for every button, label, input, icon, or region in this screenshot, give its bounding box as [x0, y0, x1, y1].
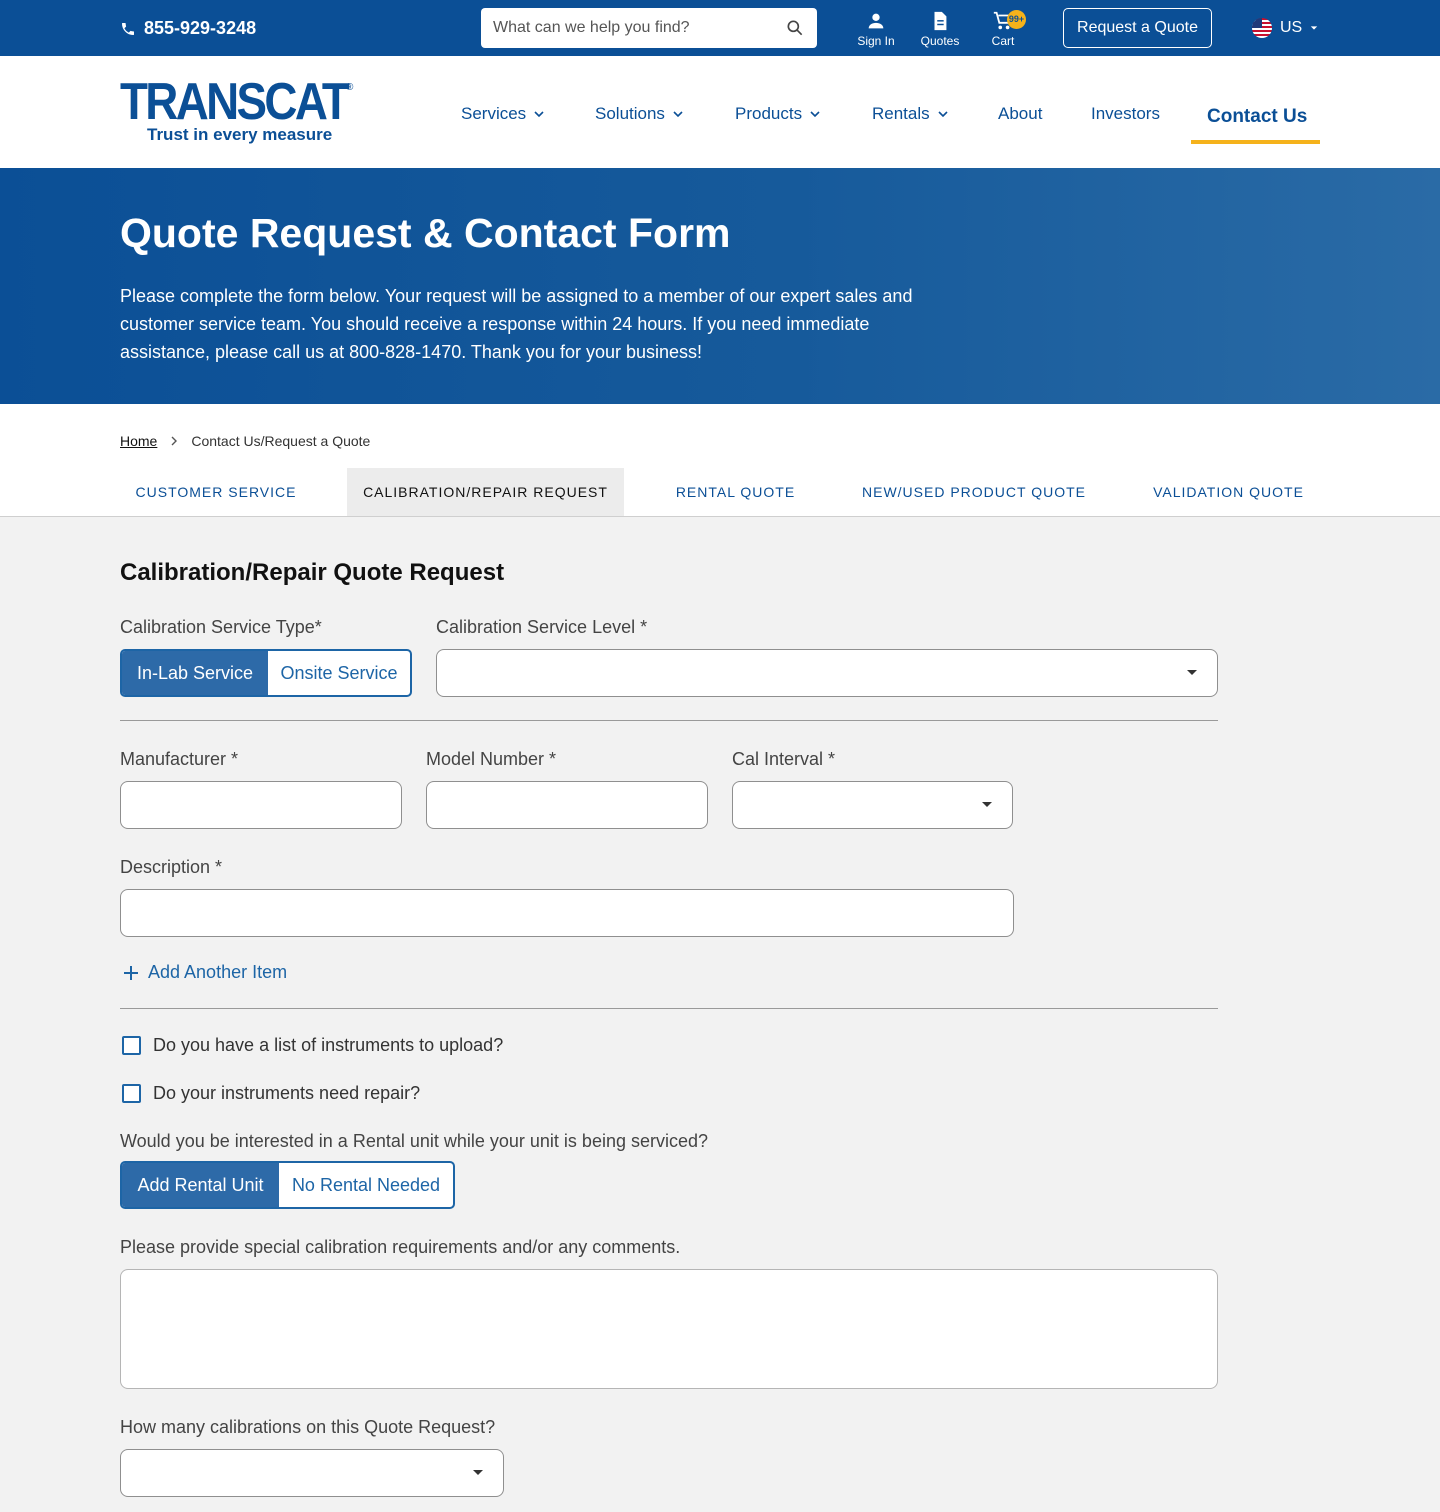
sign-in-link[interactable]: Sign In — [846, 8, 906, 48]
add-another-item-label: Add Another Item — [148, 962, 288, 982]
breadcrumb-and-tabs: Home Contact Us/Request a Quote CUSTOMER… — [0, 404, 1440, 517]
manufacturer-label: Manufacturer * — [120, 749, 239, 769]
chevron-down-icon — [938, 111, 948, 118]
locale-label: US — [1280, 19, 1303, 36]
active-nav-indicator — [1191, 140, 1320, 144]
cal-interval-label: Cal Interval * — [732, 749, 836, 769]
phone-number: 855-929-3248 — [144, 18, 257, 38]
caret-down-icon — [1187, 670, 1197, 675]
model-number-input[interactable] — [426, 781, 708, 829]
quotes-link[interactable]: Quotes — [910, 8, 970, 48]
service-level-label: Calibration Service Level * — [436, 617, 648, 637]
nav-products-label: Products — [735, 104, 803, 123]
quotes-label: Quotes — [920, 34, 960, 48]
search-box — [481, 8, 817, 48]
breadcrumb-home-link[interactable]: Home — [120, 433, 157, 449]
logo-wordmark: TRANSCAT — [120, 73, 350, 131]
caret-down-icon — [473, 1470, 483, 1475]
nav-solutions[interactable]: Solutions — [595, 104, 683, 124]
rental-question: Would you be interested in a Rental unit… — [120, 1131, 709, 1151]
tab-new-used-product-quote[interactable]: NEW/USED PRODUCT QUOTE — [846, 468, 1102, 516]
divider — [120, 720, 1218, 721]
breadcrumb-current: Contact Us/Request a Quote — [191, 433, 371, 449]
locale-selector[interactable]: US — [1252, 18, 1318, 38]
sign-in-label: Sign In — [857, 34, 895, 48]
tab-validation-quote[interactable]: VALIDATION QUOTE — [1137, 468, 1320, 516]
calibration-count-select[interactable] — [120, 1449, 504, 1497]
cart-link[interactable]: 99+ Cart — [973, 8, 1033, 48]
no-rental-needed-option[interactable]: No Rental Needed — [279, 1163, 453, 1207]
chevron-right-icon — [171, 436, 178, 446]
nav-services-label: Services — [461, 104, 527, 123]
comments-textarea[interactable] — [120, 1269, 1218, 1389]
description-label: Description * — [120, 857, 223, 877]
phone-icon — [122, 22, 134, 35]
upload-list-checkbox[interactable] — [122, 1036, 141, 1055]
needs-repair-checkbox[interactable] — [122, 1084, 141, 1103]
nav-about[interactable]: About — [998, 104, 1042, 124]
logo-registered-mark: ® — [346, 82, 354, 93]
rental-toggle: Add Rental Unit No Rental Needed — [120, 1161, 455, 1209]
tab-calibration-repair-request[interactable]: CALIBRATION/REPAIR REQUEST — [347, 468, 624, 516]
needs-repair-checkbox-row[interactable]: Do your instruments need repair? — [122, 1083, 420, 1104]
utility-bar: 855-929-3248 Sign In Quotes 99+ Cart Req… — [0, 0, 1440, 56]
nav-investors[interactable]: Investors — [1091, 104, 1160, 124]
nav-solutions-label: Solutions — [595, 104, 665, 123]
document-icon — [934, 11, 947, 31]
cart-count-badge: 99+ — [1007, 10, 1026, 29]
phone-link[interactable]: 855-929-3248 — [120, 18, 256, 39]
nav-services[interactable]: Services — [461, 104, 544, 124]
divider — [120, 1008, 1218, 1009]
service-type-label: Calibration Service Type* — [120, 617, 322, 637]
form-title: Calibration/Repair Quote Request — [120, 559, 505, 586]
caret-down-icon — [1311, 26, 1318, 30]
search-input[interactable] — [493, 19, 773, 37]
calibration-count-label: How many calibrations on this Quote Requ… — [120, 1417, 496, 1437]
upload-list-checkbox-row[interactable]: Do you have a list of instruments to upl… — [122, 1035, 503, 1056]
plus-icon — [124, 965, 138, 980]
description-input[interactable] — [120, 889, 1014, 937]
needs-repair-label: Do your instruments need repair? — [153, 1083, 421, 1103]
model-number-label: Model Number * — [426, 749, 557, 769]
search-icon[interactable] — [785, 18, 805, 38]
hero-description: Please complete the form below. Your req… — [120, 286, 913, 362]
tab-rental-quote[interactable]: RENTAL QUOTE — [660, 468, 811, 516]
brand-logo[interactable]: TRANSCAT ® Trust in every measure — [120, 73, 378, 144]
main-header: TRANSCAT ® Trust in every measure Servic… — [0, 56, 1440, 168]
service-type-toggle: In-Lab Service Onsite Service — [120, 649, 412, 697]
us-flag-icon — [1252, 18, 1272, 38]
caret-down-icon — [982, 802, 992, 807]
cart-label: Cart — [991, 34, 1015, 48]
nav-products[interactable]: Products — [735, 104, 820, 124]
logo-tagline: Trust in every measure — [147, 125, 333, 144]
breadcrumb: Home Contact Us/Request a Quote — [120, 433, 370, 449]
in-lab-service-option[interactable]: In-Lab Service — [122, 651, 268, 695]
request-quote-button[interactable]: Request a Quote — [1063, 8, 1212, 48]
chevron-down-icon — [534, 111, 544, 118]
manufacturer-input[interactable] — [120, 781, 402, 829]
nav-rentals[interactable]: Rentals — [872, 104, 948, 124]
nav-contact-us[interactable]: Contact Us — [1207, 106, 1307, 128]
chevron-down-icon — [810, 111, 820, 118]
comments-label: Please provide special calibration requi… — [120, 1237, 681, 1257]
add-another-item-button[interactable]: Add Another Item — [122, 962, 287, 983]
add-rental-unit-option[interactable]: Add Rental Unit — [122, 1163, 279, 1207]
upload-list-label: Do you have a list of instruments to upl… — [153, 1035, 504, 1055]
cal-interval-select[interactable] — [732, 781, 1013, 829]
user-icon — [868, 13, 884, 29]
onsite-service-option[interactable]: Onsite Service — [268, 651, 410, 695]
nav-rentals-label: Rentals — [872, 104, 930, 123]
page-title: Quote Request & Contact Form — [120, 210, 731, 256]
tab-customer-service[interactable]: CUSTOMER SERVICE — [120, 468, 312, 516]
hero-banner: Quote Request & Contact Form Please comp… — [0, 168, 1440, 404]
chevron-down-icon — [673, 111, 683, 118]
service-level-select[interactable] — [436, 649, 1218, 697]
